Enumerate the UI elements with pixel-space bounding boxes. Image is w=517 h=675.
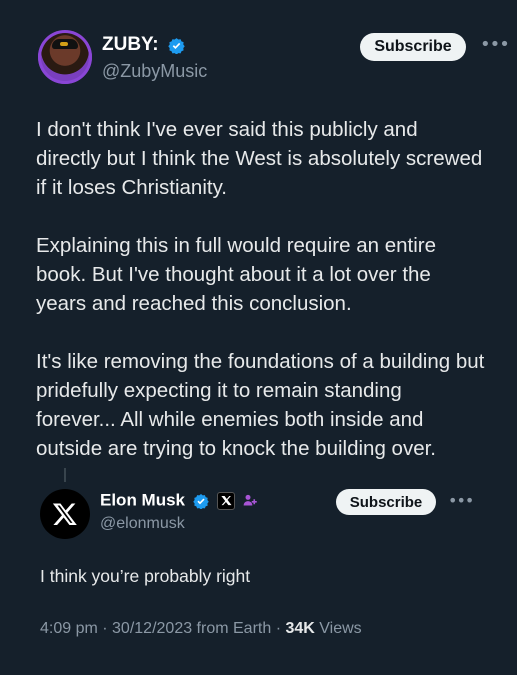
timestamp-location[interactable]: 4:09 pm · 30/12/2023 from Earth · <box>40 620 285 637</box>
tweet-paragraph: Explaining this in full would require an… <box>36 234 436 315</box>
thread-connector-line <box>64 468 66 482</box>
reply-avatar[interactable] <box>40 489 90 539</box>
tweet-paragraph: I don't think I've ever said this public… <box>36 118 483 199</box>
reply-name-block: Elon Musk @elonmusk <box>100 490 258 533</box>
reply-text: I think you’re probably right <box>40 566 251 586</box>
views-count[interactable]: 34K <box>285 620 314 637</box>
more-options-icon[interactable]: ••• <box>480 36 510 54</box>
tweet-text: I don't think I've ever said this public… <box>36 115 486 492</box>
reply-display-name[interactable]: Elon Musk <box>100 491 185 510</box>
verified-badge-icon <box>193 493 209 509</box>
tweet-paragraph: It's like removing the foundations of a … <box>36 350 485 460</box>
more-options-icon[interactable]: ••• <box>448 493 474 509</box>
reply-subscribe-button[interactable]: Subscribe <box>336 489 436 515</box>
tweet-header: ZUBY: @ZubyMusic Subscribe ••• <box>38 30 510 86</box>
views-label: Views <box>314 620 362 637</box>
reply-header: Elon Musk @elonmusk Subscribe ••• <box>40 488 501 540</box>
x-affiliation-icon[interactable] <box>217 491 236 510</box>
author-display-name[interactable]: ZUBY: <box>102 34 159 56</box>
author-avatar[interactable] <box>38 30 92 84</box>
tweet-meta: 4:09 pm · 30/12/2023 from Earth · 34K Vi… <box>40 620 362 638</box>
reply-handle[interactable]: @elonmusk <box>100 515 258 533</box>
affiliate-badge-icon <box>243 494 258 506</box>
x-logo-icon <box>52 503 77 526</box>
verified-badge-icon <box>168 37 185 54</box>
author-handle[interactable]: @ZubyMusic <box>102 61 207 82</box>
author-name-block: ZUBY: @ZubyMusic <box>102 34 207 82</box>
subscribe-button[interactable]: Subscribe <box>360 33 466 61</box>
